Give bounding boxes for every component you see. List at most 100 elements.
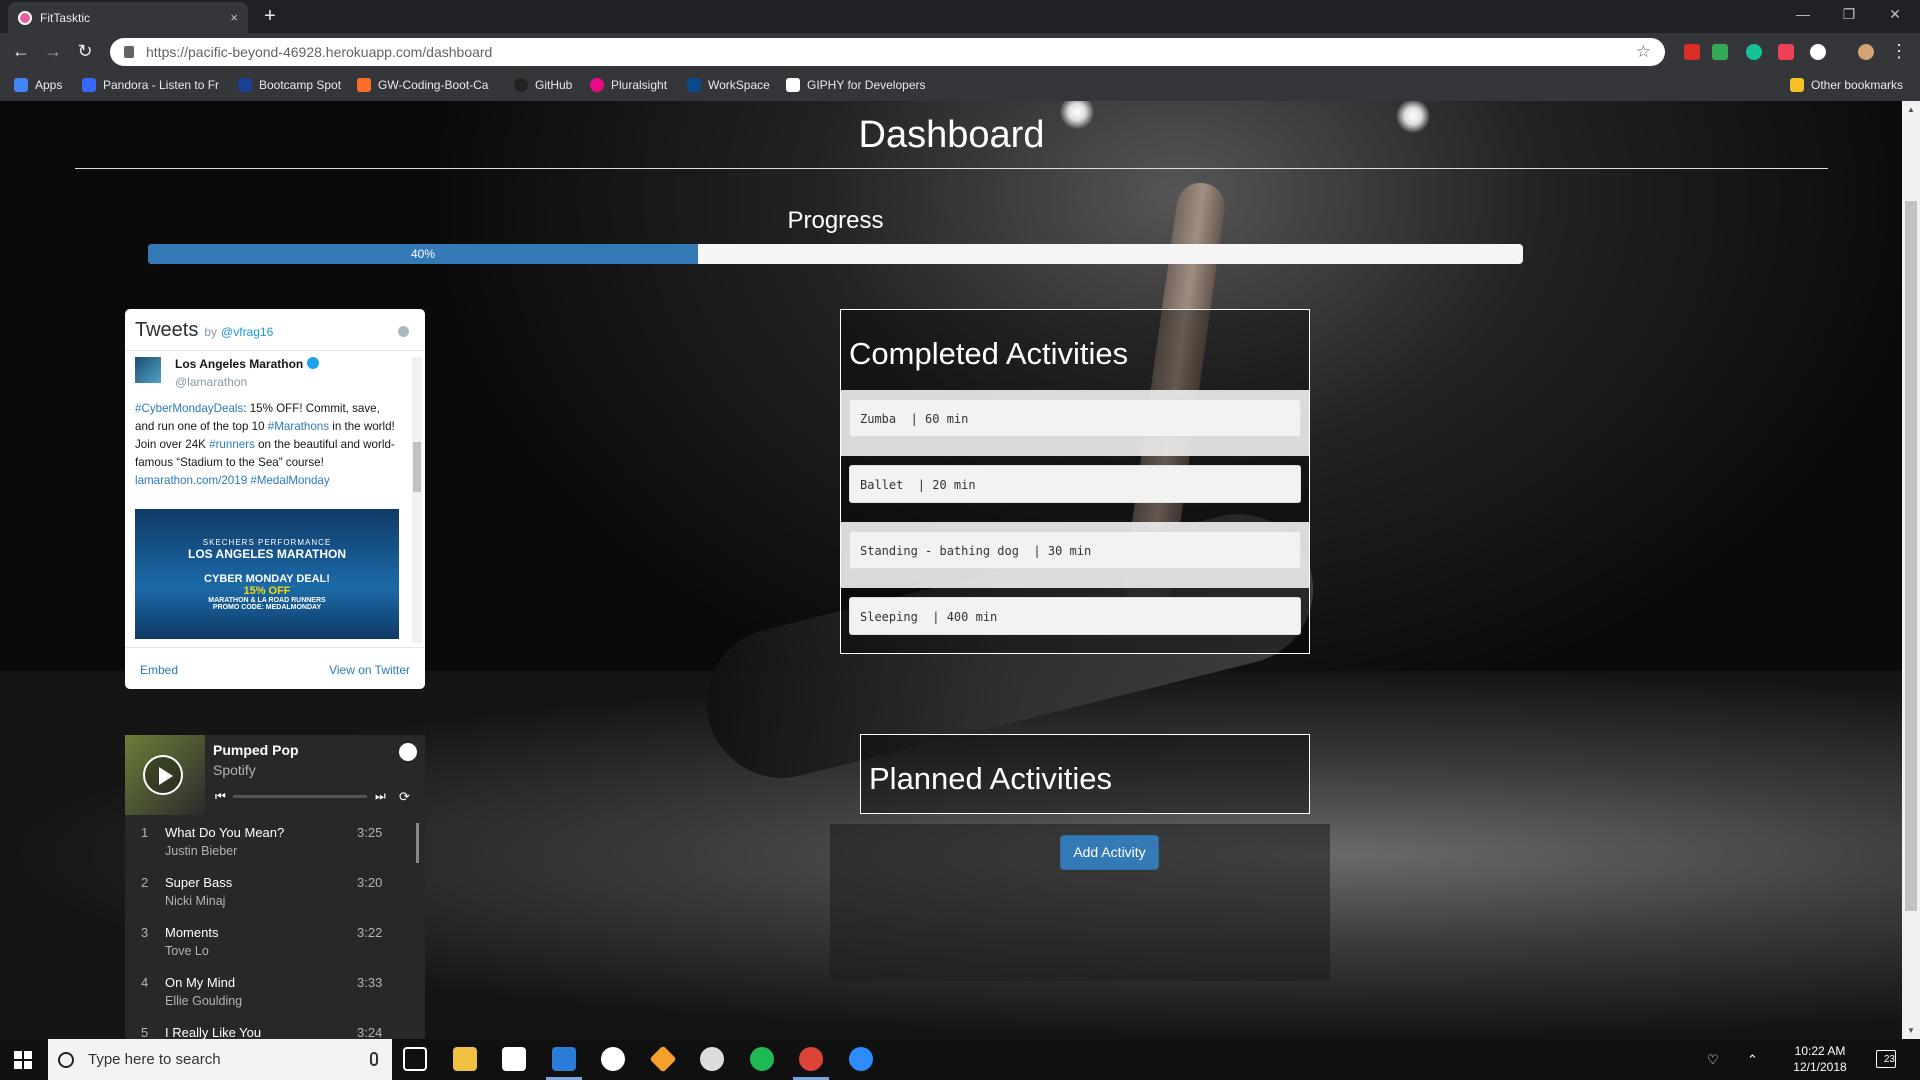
back-icon[interactable]: ← (10, 41, 32, 63)
activity-item[interactable]: Ballet | 20 min (849, 465, 1301, 503)
hashtag-link[interactable]: #Marathons (268, 420, 329, 433)
track-list-scrollbar[interactable] (416, 823, 419, 863)
reload-icon[interactable]: ↻ (74, 41, 96, 63)
grammarly-icon[interactable] (1746, 44, 1762, 60)
track-row[interactable]: 3 Moments Tove Lo 3:22 (125, 919, 425, 969)
pluralsight-icon (590, 78, 604, 92)
track-title: Super Bass (165, 875, 233, 890)
microphone-icon[interactable] (370, 1052, 378, 1066)
view-on-twitter-link[interactable]: View on Twitter (329, 663, 410, 677)
activity-item[interactable]: Zumba | 60 min (849, 399, 1301, 437)
scrollbar-thumb[interactable] (1905, 201, 1917, 911)
restore-icon[interactable]: ❐ (1826, 0, 1872, 30)
bookmark-gw-coding[interactable]: GW-Coding-Boot-Ca (357, 78, 488, 92)
completed-activities-panel: Completed Activities Zumba | 60 min Ball… (840, 309, 1310, 654)
track-title: I Really Like You (165, 1025, 262, 1039)
extension-icon[interactable] (1712, 44, 1728, 60)
bootcamp-shield-icon (238, 78, 252, 92)
track-title: Moments (165, 925, 219, 940)
planned-activities-title: Planned Activities (869, 761, 1112, 796)
track-row[interactable]: 5 I Really Like You 3:24 (125, 1019, 425, 1039)
page-scrollbar[interactable]: ▲ ▼ (1902, 101, 1920, 1039)
clock-date: 12/1/2018 (1793, 1060, 1847, 1074)
tweets-title: Tweets (135, 319, 199, 341)
extension-icon[interactable] (1810, 44, 1826, 60)
twitter-header: Tweets by @vfrag16 (125, 309, 425, 351)
windows-start-icon[interactable] (14, 1051, 32, 1069)
tweet-author-name[interactable]: Los Angeles Marathon (175, 357, 320, 371)
taskbar-search-box[interactable]: Type here to search (48, 1039, 392, 1080)
app-icon[interactable] (700, 1047, 724, 1071)
tweet-image[interactable]: SKECHERS PERFORMANCE LOS ANGELES MARATHO… (135, 509, 399, 639)
chrome-icon[interactable] (799, 1047, 823, 1071)
app-icon[interactable] (601, 1047, 625, 1071)
previous-track-icon[interactable]: ⏮ (215, 789, 226, 804)
share-icon[interactable]: ⟳ (399, 789, 410, 805)
track-number: 3 (141, 925, 149, 940)
scroll-up-arrow-icon[interactable]: ▲ (1907, 105, 1915, 114)
activity-item[interactable]: Standing - bathing dog | 30 min (849, 531, 1301, 569)
bookmark-pandora[interactable]: Pandora - Listen to Fr (82, 78, 219, 92)
pocket-icon[interactable] (1778, 44, 1794, 60)
profile-avatar-icon[interactable] (1858, 44, 1874, 60)
tweets-scrollbar[interactable] (412, 357, 422, 643)
minimize-icon[interactable]: — (1780, 0, 1826, 30)
scroll-down-arrow-icon[interactable]: ▼ (1907, 1026, 1915, 1035)
task-view-icon[interactable] (403, 1047, 427, 1071)
playback-progress-bar[interactable] (233, 795, 367, 798)
track-duration: 3:22 (357, 925, 383, 940)
spotify-icon[interactable] (750, 1047, 774, 1071)
bookmark-star-icon[interactable]: ☆ (1636, 42, 1651, 62)
track-artist: Ellie Goulding (165, 994, 243, 1008)
bookmark-github[interactable]: GitHub (514, 78, 572, 92)
bookmark-giphy[interactable]: GIPHY for Developers (786, 78, 926, 92)
tweets-handle-link[interactable]: @vfrag16 (221, 325, 273, 339)
track-list: 1 What Do You Mean? Justin Bieber 3:25 2… (125, 819, 425, 1039)
menu-kebab-icon[interactable]: ⋮ (1888, 41, 1910, 63)
hashtag-link[interactable]: #runners (209, 438, 255, 451)
progress-bar-fill: 40% (148, 244, 698, 264)
add-activity-button[interactable]: Add Activity (1060, 835, 1159, 870)
bookmark-pluralsight[interactable]: Pluralsight (590, 78, 667, 92)
track-number: 1 (141, 825, 149, 840)
store-icon[interactable] (502, 1047, 526, 1071)
bookmark-apps[interactable]: Apps (14, 78, 62, 92)
tweets-by: by (204, 325, 218, 339)
track-row[interactable]: 2 Super Bass Nicki Minaj 3:20 (125, 869, 425, 919)
bookmark-bootcamp-spot[interactable]: Bootcamp Spot (238, 78, 341, 92)
extension-icon[interactable] (1684, 44, 1700, 60)
hashtag-link[interactable]: #MedalMonday (250, 474, 329, 487)
new-tab-button[interactable]: + (258, 5, 282, 29)
scrollbar-thumb[interactable] (413, 442, 421, 492)
browser-tab[interactable]: FitTasktic × (8, 2, 248, 33)
track-row[interactable]: 4 On My Mind Ellie Goulding 3:33 (125, 969, 425, 1019)
track-row[interactable]: 1 What Do You Mean? Justin Bieber 3:25 (125, 819, 425, 869)
gitkraken-icon[interactable] (649, 1045, 677, 1073)
vscode-icon[interactable] (552, 1047, 576, 1071)
tweet-avatar[interactable] (135, 357, 161, 383)
tray-chevron-up-icon[interactable]: ⌃ (1747, 1052, 1758, 1068)
address-bar[interactable]: https://pacific-beyond-46928.herokuapp.c… (110, 38, 1665, 66)
play-icon[interactable] (143, 755, 183, 795)
hashtag-link[interactable]: #CyberMondayDeals (135, 402, 243, 415)
spotify-logo-icon[interactable] (399, 743, 417, 761)
zoom-icon[interactable] (849, 1047, 873, 1071)
window-close-icon[interactable]: ✕ (1872, 0, 1918, 30)
tweet-url-link[interactable]: lamarathon.com/2019 (135, 474, 247, 487)
bookmark-workspace[interactable]: WorkSpace (687, 78, 770, 92)
forward-icon[interactable]: → (42, 41, 64, 63)
tweet-author-handle[interactable]: @lamarathon (175, 375, 247, 389)
tab-close-icon[interactable]: × (230, 10, 238, 25)
file-explorer-icon[interactable] (453, 1047, 477, 1071)
activity-item[interactable]: Sleeping | 400 min (849, 597, 1301, 635)
other-bookmarks[interactable]: Other bookmarks (1790, 78, 1903, 92)
info-icon[interactable] (398, 326, 409, 337)
workspace-icon (687, 78, 701, 92)
action-center-icon[interactable]: 23 (1876, 1050, 1896, 1068)
people-icon[interactable]: ♡ (1707, 1052, 1719, 1068)
embed-link[interactable]: Embed (140, 663, 178, 677)
next-track-icon[interactable]: ⏭ (375, 789, 386, 804)
playlist-title[interactable]: Pumped Pop (213, 742, 299, 758)
taskbar-clock[interactable]: 10:22 AM 12/1/2018 (1785, 1043, 1855, 1075)
playlist-owner[interactable]: Spotify (213, 762, 256, 778)
